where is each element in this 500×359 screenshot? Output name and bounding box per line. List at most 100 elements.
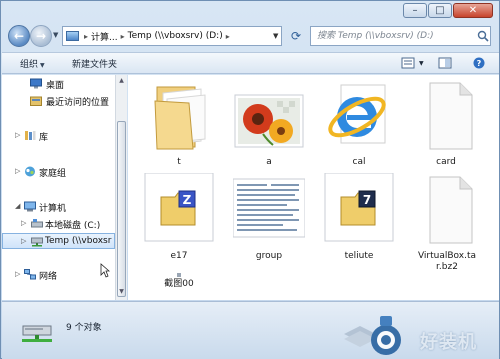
minimize-button[interactable]: – — [403, 3, 427, 18]
folder-icon — [154, 86, 206, 150]
nav-item-label: Temp (\\vboxsr — [45, 236, 112, 246]
nav-item-label: 桌面 — [46, 81, 65, 91]
maximize-button[interactable]: □ — [428, 3, 452, 18]
command-bar: 组织 ▼ 新建文件夹 ▼ ? — [2, 52, 499, 74]
navigation-scrollbar[interactable]: ▲ ▼ — [115, 75, 127, 300]
network-drive-icon — [22, 325, 52, 342]
back-arrow-icon: ← — [13, 29, 25, 43]
recent-places-icon — [30, 96, 42, 106]
file-name: t — [177, 157, 181, 167]
file-item[interactable]: card — [400, 79, 492, 175]
item-count: 9 个对象 — [66, 323, 102, 333]
help-icon[interactable]: ? — [472, 57, 486, 69]
nav-item-local-disk-c[interactable]: ▷ 本地磁盘 (C:) — [2, 216, 115, 232]
network-drive-icon — [31, 237, 43, 247]
file-item[interactable]: 7 teliute — [313, 173, 405, 269]
new-folder-button[interactable]: 新建文件夹 — [72, 57, 117, 70]
file-item[interactable]: VirtualBox.tar.bz2 — [400, 173, 492, 279]
expand-arrow-icon[interactable]: ▷ — [15, 167, 20, 175]
nav-item-label: 库 — [39, 133, 49, 143]
collapse-arrow-icon[interactable]: ◢ — [15, 202, 20, 210]
minimize-icon: – — [412, 5, 418, 16]
file-name: VirtualBox.tar.bz2 — [417, 251, 477, 272]
recent-pages-dropdown[interactable]: ▼ — [53, 31, 58, 39]
view-options-icon[interactable] — [401, 57, 415, 69]
view-dropdown-icon[interactable]: ▼ — [419, 60, 424, 67]
svg-text:Z: Z — [183, 193, 192, 207]
breadcrumb-separator: ▸ — [225, 31, 230, 41]
nav-item-temp-drive[interactable]: ▷ Temp (\\vboxsr — [2, 233, 115, 249]
maximize-icon: □ — [435, 5, 445, 16]
nav-item-label: 家庭组 — [39, 169, 67, 179]
search-icon[interactable] — [477, 30, 489, 42]
close-button[interactable]: ✕ — [453, 3, 493, 18]
7z-archive-icon: 7 — [324, 173, 394, 242]
file-item[interactable]: group — [223, 173, 315, 269]
expand-arrow-icon[interactable]: ▷ — [15, 270, 20, 278]
scrollbar-thumb[interactable] — [117, 121, 126, 297]
network-icon — [24, 269, 36, 280]
window-controls: – □ ✕ — [402, 3, 493, 18]
forward-arrow-icon: → — [35, 29, 47, 43]
computer-icon — [24, 201, 36, 212]
nav-item-libraries[interactable]: ▷ 库 — [2, 128, 115, 144]
expand-arrow-icon[interactable]: ▷ — [21, 219, 26, 227]
nav-item-homegroup[interactable]: ▷ 家庭组 — [2, 164, 115, 180]
svg-text:7: 7 — [363, 193, 371, 207]
explorer-window: – □ ✕ ← → ▼ ▸ 计算... ▸ Temp (\\vboxsrv) (… — [0, 0, 500, 359]
address-bar[interactable]: ▸ 计算... ▸ Temp (\\vboxsrv) (D:) ▸ — [62, 26, 282, 46]
file-name: teliute — [344, 251, 374, 261]
local-disk-icon — [31, 219, 43, 228]
small-image-icon — [177, 273, 181, 277]
svg-text:?: ? — [477, 59, 482, 68]
refresh-icon[interactable]: ⟳ — [287, 27, 305, 45]
internet-explorer-icon — [328, 84, 386, 144]
nav-item-computer[interactable]: ◢ 计算机 — [2, 199, 115, 215]
back-button[interactable]: ← — [8, 25, 30, 47]
breadcrumb-separator: ▸ — [84, 31, 89, 41]
file-item[interactable]: a — [223, 79, 315, 175]
nav-item-label: 网络 — [39, 272, 58, 282]
breadcrumb-separator: ▸ — [120, 31, 125, 41]
nav-item-network[interactable]: ▷ 网络 — [2, 267, 115, 283]
nav-item-desktop[interactable]: 桌面 — [2, 76, 115, 92]
preview-pane-icon[interactable] — [438, 57, 452, 69]
file-name: cal — [352, 157, 366, 167]
file-item[interactable]: cal — [313, 79, 405, 175]
expand-arrow-icon[interactable]: ▷ — [15, 131, 20, 139]
chevron-down-icon: ▼ — [40, 62, 45, 69]
blank-document-icon — [429, 176, 473, 244]
desktop-icon — [30, 78, 42, 89]
organize-menu[interactable]: 组织 ▼ — [20, 57, 45, 70]
file-item[interactable]: Z e17 — [133, 173, 225, 269]
homegroup-icon — [25, 166, 35, 177]
nav-item-recent-places[interactable]: 最近访问的位置 — [2, 93, 115, 109]
nav-item-label: 最近访问的位置 — [46, 98, 110, 108]
scroll-up-icon[interactable]: ▲ — [116, 77, 127, 87]
text-document-thumbnail-icon — [233, 178, 305, 238]
zip-archive-icon: Z — [144, 173, 214, 242]
scroll-down-icon[interactable]: ▼ — [116, 288, 127, 298]
new-folder-label: 新建文件夹 — [72, 60, 118, 70]
file-name: 截图00 — [164, 279, 194, 289]
library-icon — [25, 131, 36, 140]
mouse-cursor-icon — [100, 263, 110, 278]
blank-document-icon — [429, 82, 473, 150]
search-input[interactable]: 搜索 Temp (\\vboxsrv) (D:) — [310, 26, 491, 46]
organize-label: 组织 — [20, 60, 39, 70]
forward-button[interactable]: → — [30, 25, 52, 47]
address-history-dropdown[interactable]: ▼ — [273, 32, 278, 40]
breadcrumb-computer[interactable]: 计算... — [91, 30, 118, 43]
details-pane: 9 个对象 好装机 — [2, 301, 499, 359]
file-item[interactable]: t — [133, 79, 225, 175]
file-name: group — [255, 251, 283, 261]
file-list: t a cal card Z e17 group 7 teliute Virtu… — [128, 75, 499, 300]
breadcrumb-temp-drive[interactable]: Temp (\\vboxsrv) (D:) — [128, 31, 223, 41]
image-flowers-icon — [234, 94, 304, 148]
file-item[interactable]: 截图00 — [133, 271, 225, 299]
expand-arrow-icon[interactable]: ▷ — [21, 237, 26, 245]
file-name: card — [436, 157, 456, 167]
file-name: a — [266, 157, 272, 167]
navigation-pane: 桌面 最近访问的位置 ▷ 库 ▷ 家庭组 ◢ 计算机 ▷ 本地磁盘 (C:) ▷ — [2, 75, 115, 300]
watermark-text: 好装机 — [420, 332, 477, 353]
